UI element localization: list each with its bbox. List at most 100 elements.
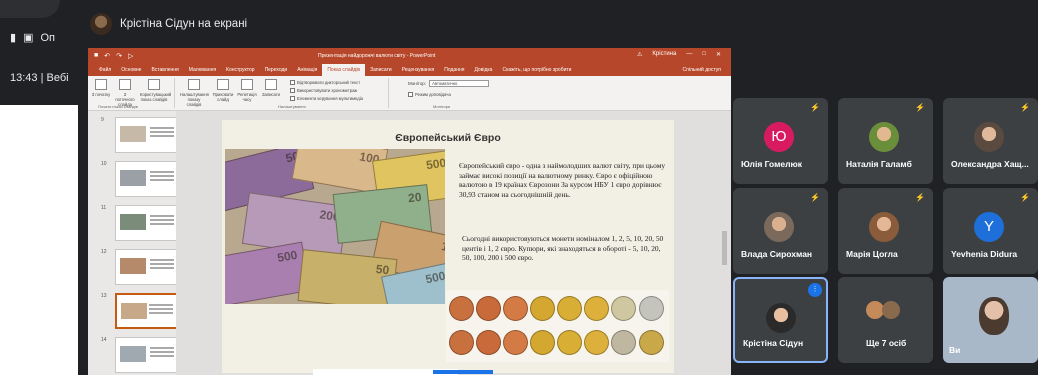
tab-animations[interactable]: Анімація	[292, 64, 322, 76]
slide-thumbnail[interactable]	[115, 249, 179, 285]
present-icon[interactable]: ▣	[23, 31, 33, 44]
monitor-select[interactable]: Монітор: Автоматично	[408, 80, 490, 87]
present-from-start-icon[interactable]: ▷	[128, 52, 133, 60]
ribbon-separator	[388, 78, 389, 108]
from-current-button[interactable]: З поточного слайда	[114, 79, 136, 107]
record-button[interactable]: Записати	[260, 79, 282, 97]
group-start-label: Почати показ слайдів	[98, 104, 138, 109]
participant-name: Олександра Хащ...	[951, 159, 1029, 169]
slide-thumbnail[interactable]	[115, 161, 179, 197]
slide-title: Європейський Євро	[395, 132, 501, 144]
tab-home[interactable]: Основне	[116, 64, 146, 76]
coins-image	[446, 290, 669, 362]
record-icon	[265, 79, 277, 90]
presentation-bar: Крістіна Сідун на екрані	[78, 9, 1038, 39]
tab-help[interactable]: Довідка	[469, 64, 497, 76]
avatar	[766, 303, 796, 333]
tab-record[interactable]: Записати	[365, 64, 397, 76]
coin	[449, 296, 474, 321]
setup-show-button[interactable]: Налаштування показу слайдів	[180, 79, 209, 107]
editor-scrollbar[interactable]	[721, 111, 728, 375]
tab-review[interactable]: Рецензування	[397, 64, 440, 76]
custom-show-label: Користувацький показ слайдів	[140, 92, 172, 102]
tell-me-search[interactable]: Скажіть, що потрібно зробити	[497, 64, 576, 76]
tab-draw[interactable]: Малювання	[184, 64, 221, 76]
meeting-name: Вебі	[46, 72, 69, 84]
participant-name: Марія Цогла	[846, 249, 898, 259]
participant-tile-active-speaker[interactable]: ⋮ Крістіна Сідун	[733, 277, 828, 363]
slide-thumbnail[interactable]	[115, 337, 179, 373]
checkbox-icon	[408, 92, 413, 97]
thumbnail-text	[150, 171, 174, 173]
timings-checkbox[interactable]: Використовувати хронометраж	[290, 88, 357, 93]
presenter-view-label: Режим доповідача	[415, 92, 451, 97]
presenter-view-checkbox[interactable]: Режим доповідача	[408, 92, 451, 97]
avatar: Y	[974, 212, 1004, 242]
participant-tile[interactable]: ⚡ Наталія Галамб	[838, 98, 933, 184]
tab-insert[interactable]: Вставлення	[146, 64, 183, 76]
participant-tile[interactable]: ⚡ Марія Цогла	[838, 188, 933, 274]
user-name[interactable]: Крістина	[652, 51, 676, 58]
thumbnail-text	[150, 347, 174, 349]
window-controls: ⚠ Крістина — □ ✕	[637, 51, 721, 58]
slideshow-icon	[95, 79, 107, 90]
more-participants-tile[interactable]: Ще 7 осіб	[838, 277, 933, 363]
rehearse-label: Репетиція часу	[237, 92, 257, 102]
monitor-value[interactable]: Автоматично	[429, 80, 490, 87]
screen: ▮ ▣ Оп 13:43 | Вебі Крістіна Сідун на ек…	[0, 0, 1038, 375]
background-meet-window[interactable]: ▮ ▣ Оп 13:43 | Вебі	[0, 0, 84, 105]
thumbnail-image	[120, 170, 146, 186]
stopwatch-icon	[241, 79, 253, 90]
coin	[639, 296, 664, 321]
avatar	[869, 122, 899, 152]
coin	[449, 330, 474, 355]
setup-label: Налаштування показу слайдів	[180, 92, 209, 107]
close-icon[interactable]: ✕	[716, 51, 721, 58]
custom-show-icon	[148, 79, 160, 90]
thumbnail-image	[120, 214, 146, 230]
tab-slideshow[interactable]: Показ слайдів	[322, 64, 366, 76]
group-setup-label: Налаштування	[278, 104, 306, 109]
from-beginning-button[interactable]: З початку	[90, 79, 112, 97]
thumbnail-image	[121, 303, 147, 319]
warning-icon: ⚠	[637, 52, 643, 58]
redo-icon[interactable]: ↷	[116, 52, 122, 60]
slide-thumbnail[interactable]	[115, 205, 179, 241]
tab-file[interactable]: Файл	[94, 64, 116, 76]
tab-view[interactable]: Подання	[439, 64, 469, 76]
participant-name: Крістіна Сідун	[743, 338, 804, 348]
checkbox-icon	[290, 80, 295, 85]
slide-thumbnail[interactable]	[115, 117, 179, 153]
current-slide[interactable]: Європейський Євро 50 100 500 200 20 10 5…	[222, 120, 674, 373]
background-pin-row[interactable]: ▮ ▣ Оп	[10, 31, 55, 45]
quick-access-toolbar[interactable]: ■ ↶ ↷ ▷	[94, 52, 133, 60]
participant-tile[interactable]: ⚡ Ю Юлія Гомелюк	[733, 98, 828, 184]
bottom-bar	[313, 369, 493, 375]
share-button[interactable]: Спільний доступ	[678, 64, 731, 76]
narration-checkbox[interactable]: Відтворювати дикторський текст	[290, 80, 360, 85]
tab-transitions[interactable]: Переходи	[260, 64, 293, 76]
save-icon[interactable]: ■	[94, 52, 98, 60]
participant-tile[interactable]: ⚡ Олександра Хащ...	[943, 98, 1038, 184]
maximize-icon[interactable]: □	[702, 51, 706, 58]
scrollbar-thumb[interactable]	[722, 231, 727, 265]
tab-design[interactable]: Конструктор	[221, 64, 260, 76]
background-meeting-details: 13:43 | Вебі	[10, 72, 69, 84]
mic-muted-icon: ⚡	[915, 193, 925, 202]
coin	[639, 330, 664, 355]
pin-icon[interactable]: ▮	[10, 31, 16, 44]
custom-show-button[interactable]: Користувацький показ слайдів	[140, 79, 172, 102]
slide-number: 10	[101, 161, 107, 167]
thumbnail-text	[150, 127, 174, 129]
minimize-icon[interactable]: —	[686, 51, 692, 58]
powerpoint-title-bar: ■ ↶ ↷ ▷ Презентація найдорожчі валюти св…	[88, 48, 731, 64]
participant-tile[interactable]: ⚡ Y Yevhenia Didura	[943, 188, 1038, 274]
rehearse-timings-button[interactable]: Репетиція часу	[236, 79, 258, 102]
slide-thumbnail-selected[interactable]	[115, 293, 179, 329]
hide-slide-button[interactable]: Приховати слайд	[212, 79, 234, 102]
banknote-value: 500	[276, 247, 299, 265]
self-video-tile[interactable]: Ви	[943, 277, 1038, 363]
undo-icon[interactable]: ↶	[104, 52, 110, 60]
media-controls-checkbox[interactable]: Елементи керування мультимедіа	[290, 96, 363, 101]
participant-tile[interactable]: ⚡ Влада Сирохман	[733, 188, 828, 274]
